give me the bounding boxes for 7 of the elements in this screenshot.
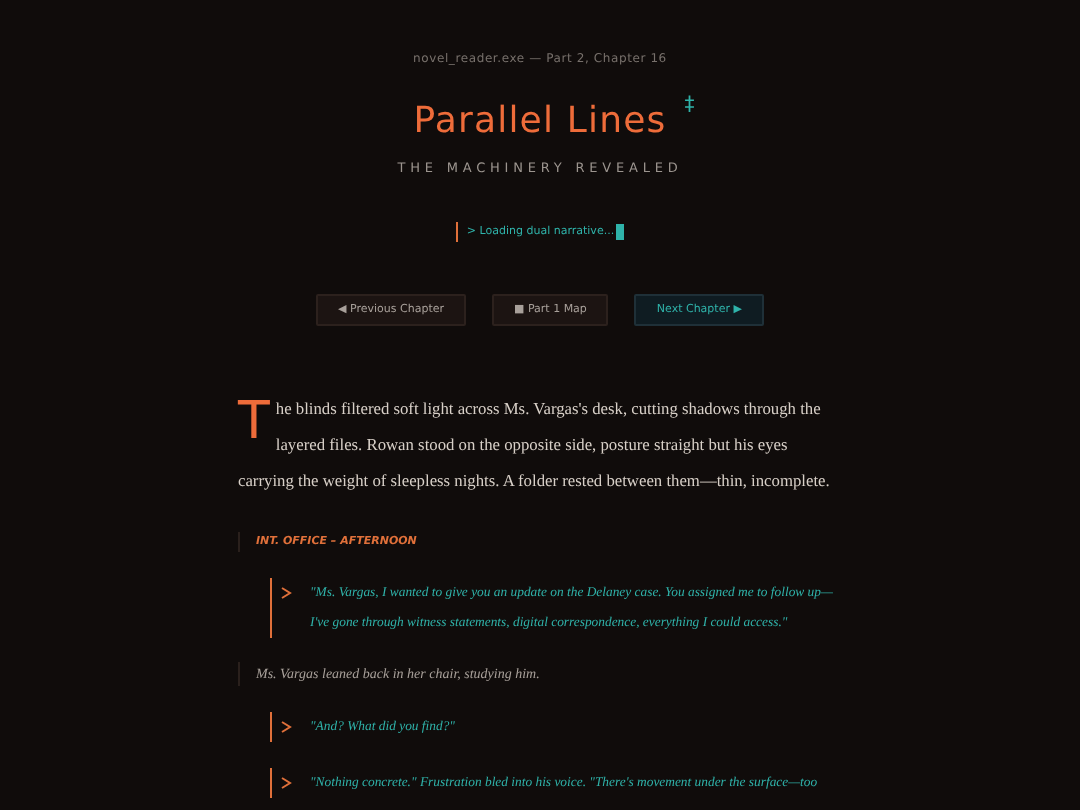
title-mark: ‡ xyxy=(684,94,695,116)
chevron-icon xyxy=(280,586,292,600)
accent-bar xyxy=(455,221,459,241)
chevron-icon xyxy=(280,776,292,790)
chapter-title: Parallel Lines xyxy=(413,100,667,142)
chevron-icon xyxy=(280,720,292,734)
text-cursor xyxy=(616,223,625,239)
